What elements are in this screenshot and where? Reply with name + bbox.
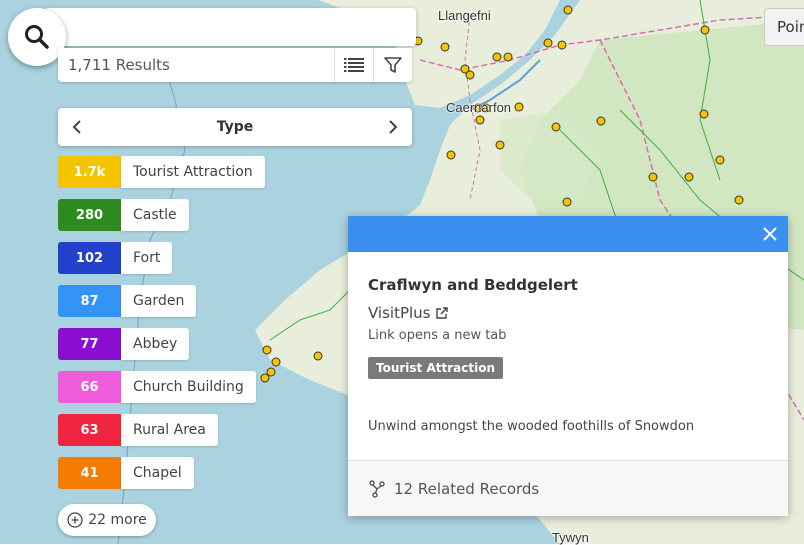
popup-body: Craflwyn and Beddgelert VisitPlus Link o…	[348, 252, 788, 434]
related-records-button[interactable]: 12 Related Records	[348, 460, 788, 516]
map-marker[interactable]	[492, 52, 502, 62]
map-marker[interactable]	[503, 52, 513, 62]
map-marker[interactable]	[715, 155, 725, 165]
chevron-right-icon	[389, 120, 398, 134]
type-badge: Tourist Attraction	[368, 357, 503, 379]
point-button-label: Poin	[777, 18, 804, 36]
search-icon	[25, 25, 49, 49]
place-label-tywyn: Tywyn	[552, 530, 589, 545]
map-marker[interactable]	[563, 5, 573, 15]
map-marker[interactable]	[446, 150, 456, 160]
map-marker[interactable]	[596, 116, 606, 126]
category-label: Castle	[121, 199, 189, 231]
category-count: 102	[58, 242, 121, 274]
map-marker[interactable]	[262, 345, 272, 355]
filter-button[interactable]	[373, 48, 412, 82]
map-marker[interactable]	[313, 351, 323, 361]
link-note: Link opens a new tab	[368, 328, 507, 343]
more-categories-button[interactable]: 22 more	[58, 504, 156, 536]
category-fort[interactable]: 102 Fort	[58, 242, 173, 274]
results-bar: 1,711 Results	[58, 48, 412, 82]
map-marker[interactable]	[562, 197, 572, 207]
map-marker[interactable]	[495, 140, 505, 150]
type-prev-button[interactable]	[58, 108, 96, 146]
category-count: 66	[58, 371, 121, 403]
category-count: 41	[58, 457, 121, 489]
category-church-building[interactable]: 66 Church Building	[58, 371, 256, 403]
map-marker[interactable]	[700, 25, 710, 35]
list-view-button[interactable]	[334, 48, 373, 82]
category-label: Tourist Attraction	[121, 156, 265, 188]
map-marker[interactable]	[260, 373, 270, 383]
category-count: 87	[58, 285, 121, 317]
map-marker[interactable]	[266, 367, 276, 377]
category-count: 1.7k	[58, 156, 121, 188]
link-text: VisitPlus	[368, 304, 431, 322]
category-rural-area[interactable]: 63 Rural Area	[58, 414, 218, 446]
category-tourist-attraction[interactable]: 1.7k Tourist Attraction	[58, 156, 265, 188]
map-marker[interactable]	[557, 40, 567, 50]
category-chapel[interactable]: 41 Chapel	[58, 457, 194, 489]
graph-icon	[369, 479, 385, 498]
map-marker[interactable]	[440, 42, 450, 52]
map-marker[interactable]	[699, 109, 709, 119]
map-marker[interactable]	[514, 102, 524, 112]
map-marker[interactable]	[271, 357, 281, 367]
type-selector: Type	[58, 108, 412, 146]
place-label-caernarfon: Caernarfon	[446, 100, 512, 115]
category-count: 63	[58, 414, 121, 446]
category-label: Church Building	[121, 371, 256, 403]
category-label: Abbey	[121, 328, 190, 360]
map-marker[interactable]	[648, 172, 658, 182]
type-next-button[interactable]	[374, 108, 412, 146]
category-label: Chapel	[121, 457, 194, 489]
popup-description: Unwind amongst the wooded foothills of S…	[368, 419, 695, 434]
close-icon[interactable]	[762, 226, 778, 242]
category-label: Rural Area	[121, 414, 218, 446]
category-count: 280	[58, 199, 121, 231]
category-castle[interactable]: 280 Castle	[58, 199, 189, 231]
map-marker[interactable]	[475, 115, 485, 125]
category-label: Garden	[121, 285, 197, 317]
related-records-label: 12 Related Records	[394, 479, 540, 498]
filter-icon	[384, 57, 402, 73]
results-count: 1,711 Results	[68, 56, 170, 74]
plus-circle-icon	[67, 512, 83, 528]
map-marker[interactable]	[465, 70, 475, 80]
category-abbey[interactable]: 77 Abbey	[58, 328, 190, 360]
category-garden[interactable]: 87 Garden	[58, 285, 197, 317]
place-label-llangefni: Llangefni	[438, 8, 491, 23]
external-link-icon	[435, 306, 448, 319]
map-marker[interactable]	[551, 122, 561, 132]
list-icon	[344, 58, 364, 72]
category-label: Fort	[121, 242, 173, 274]
popup-title: Craflwyn and Beddgelert	[368, 276, 578, 294]
map-marker[interactable]	[734, 195, 744, 205]
external-link[interactable]: VisitPlus	[368, 304, 768, 322]
popup-header	[348, 216, 788, 252]
search-input[interactable]	[44, 8, 416, 46]
point-button[interactable]: Poin	[764, 8, 804, 46]
record-popup: Craflwyn and Beddgelert VisitPlus Link o…	[348, 216, 788, 516]
category-count: 77	[58, 328, 121, 360]
chevron-left-icon	[72, 120, 81, 134]
map-marker[interactable]	[543, 38, 553, 48]
map-marker[interactable]	[684, 172, 694, 182]
type-title: Type	[216, 119, 254, 135]
more-label: 22 more	[88, 512, 147, 528]
